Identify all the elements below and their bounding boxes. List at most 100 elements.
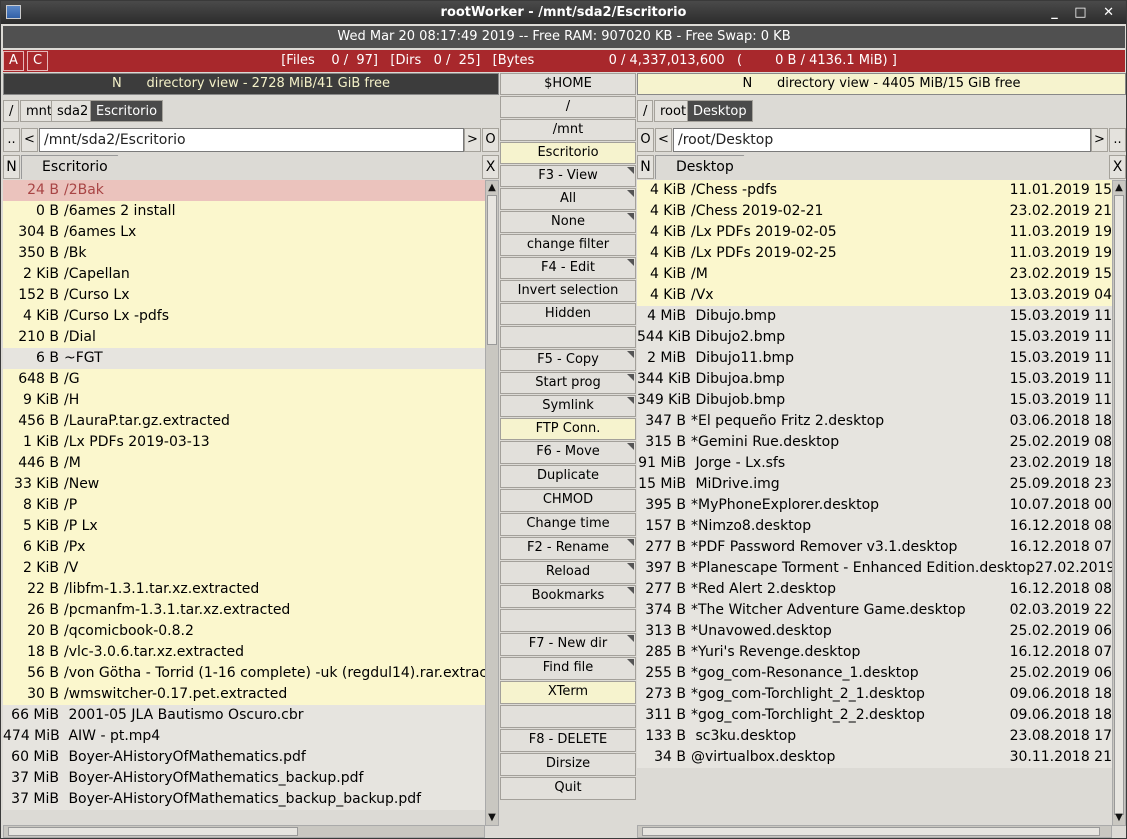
f6-move-button[interactable]: F6 - Move [500,441,636,464]
symlink-button[interactable]: Symlink [500,395,636,417]
left-file-row[interactable]: 446 B/M [3,453,485,474]
left-file-list[interactable]: 24 B/2Bak 0 B/6ames 2 install 304 B/6ames … [3,180,485,811]
find-file-button[interactable]: Find file [500,657,636,680]
ftp-conn-button[interactable]: FTP Conn. [500,418,636,440]
all-button[interactable]: All [500,188,636,210]
f7-new-dir-button[interactable]: F7 - New dir [500,633,636,656]
left-file-row[interactable]: 8 KiB/P [3,495,485,516]
window-controls[interactable]: _ □ ✕ [1051,1,1120,24]
right-hscroll-thumb[interactable] [642,827,1100,836]
left-tab-escritorio[interactable]: Escritorio [21,155,130,179]
left-file-row[interactable]: 9 KiB/H [3,390,485,411]
right-crumb-desktop[interactable]: Desktop [687,100,753,122]
right-file-row[interactable]: 273 B *gog_com-Torchlight_2_1.desktop 09.0… [637,684,1112,705]
left-file-row[interactable]: 33 KiB/New [3,474,485,495]
right-file-row[interactable]: 4 KiB/Lx PDFs 2019-02-05 11.03.2019 19 [637,222,1112,243]
hidden-button[interactable]: Hidden [500,303,636,325]
right-tab-desktop[interactable]: Desktop [655,155,756,179]
left-file-row[interactable]: 37 MiB Boyer-AHistoryOfMathematics_backu… [3,768,485,789]
right-file-list[interactable]: 4 KiB/Chess -pdfs 11.01.2019 15 4 KiB/Ches… [637,180,1112,811]
left-file-row[interactable]: 1 KiB/Lx PDFs 2019-03-13 [3,432,485,453]
left-file-row[interactable]: 456 B/LauraP.tar.gz.extracted [3,411,485,432]
left-file-row[interactable]: 5 KiB/P Lx [3,516,485,537]
reload-button[interactable]: Reload [500,561,636,584]
right-file-row[interactable]: 277 B *PDF Password Remover v3.1.desktop 1… [637,537,1112,558]
right-file-row[interactable]: 347 B *El pequeño Fritz 2.desktop 03.06.20… [637,411,1112,432]
right-file-row[interactable]: 91 MiB Jorge - Lx.sfs 23.02.2019 18 [637,453,1112,474]
right-file-row[interactable]: 544 KiB Dibujo2.bmp 15.03.2019 11 [637,327,1112,348]
left-forward-button[interactable]: > [464,128,481,152]
right-file-row[interactable]: 344 KiB Dibujoa.bmp 15.03.2019 11 [637,369,1112,390]
left-file-row[interactable]: 0 B/6ames 2 install [3,201,485,222]
scroll-up-icon[interactable]: ▲ [1114,183,1124,193]
left-file-row[interactable]: 304 B/6ames Lx [3,222,485,243]
right-file-row[interactable]: 277 B *Red Alert 2.desktop 16.12.2018 08 [637,579,1112,600]
f5-copy-button[interactable]: F5 - Copy [500,349,636,371]
right-file-row[interactable]: 15 MiB MiDrive.img 25.09.2018 23 [637,474,1112,495]
left-vertical-scrollbar[interactable]: ▲ ▼ [485,180,499,826]
scroll-up-icon[interactable]: ▲ [487,183,497,193]
left-up-button[interactable]: .. [3,128,20,152]
right-other-button[interactable]: O [637,128,654,152]
right-back-button[interactable]: < [655,128,672,152]
left-new-tab-button[interactable]: N [3,155,20,179]
xterm-button[interactable]: XTerm [500,681,636,704]
left-file-row[interactable]: 350 B/Bk [3,243,485,264]
right-vertical-scrollbar[interactable]: ▲ ▼ [1112,180,1126,826]
right-file-row[interactable]: 395 B *MyPhoneExplorer.desktop 10.07.2018 … [637,495,1112,516]
none-button[interactable]: None [500,211,636,233]
f3-view-button[interactable]: F3 - View [500,165,636,187]
right-file-row[interactable]: 157 B *Nimzo8.desktop 16.12.2018 08 [637,516,1112,537]
right-file-row[interactable]: 4 KiB/Lx PDFs 2019-02-25 11.03.2019 19 [637,243,1112,264]
right-file-row[interactable]: 4 KiB/Vx 13.03.2019 04 [637,285,1112,306]
right-up-button[interactable]: .. [1109,128,1126,152]
change-time-button[interactable]: Change time [500,513,636,536]
left-file-row[interactable]: 210 B/Dial [3,327,485,348]
right-file-row[interactable]: 4 KiB/M 23.02.2019 15 [637,264,1112,285]
right-file-row[interactable]: 34 B @virtualbox.desktop 30.11.2018 21 [637,747,1112,768]
quit-button[interactable]: Quit [500,777,636,800]
right-file-row[interactable]: 133 B sc3ku.desktop 23.08.2018 17 [637,726,1112,747]
right-path-input[interactable]: /root/Desktop [673,128,1091,152]
scroll-down-icon[interactable]: ▼ [487,813,497,823]
left-path-input[interactable]: /mnt/sda2/Escritorio [39,128,464,152]
left-file-row[interactable]: 24 B/2Bak [3,180,485,201]
right-forward-button[interactable]: > [1091,128,1108,152]
left-file-row[interactable]: 474 MiB AIW - pt.mp4 [3,726,485,747]
left-crumb-escritorio[interactable]: Escritorio [90,100,164,122]
left-crumb-sda2[interactable]: sda2 [51,100,95,122]
home-button[interactable]: $HOME [500,73,636,95]
left-file-row[interactable]: 2 KiB/Capellan [3,264,485,285]
right-file-row[interactable]: 285 B *Yuri's Revenge.desktop 16.12.2018 0… [637,642,1112,663]
left-file-row[interactable]: 66 MiB 2001-05 JLA Bautismo Oscuro.cbr [3,705,485,726]
right-file-row[interactable]: 2 MiB Dibujo11.bmp 15.03.2019 11 [637,348,1112,369]
left-scroll-thumb[interactable] [487,195,497,345]
right-file-row[interactable]: 313 B *Unavowed.desktop 25.02.2019 06 [637,621,1112,642]
change-filter-button[interactable]: change filter [500,234,636,256]
left-horizontal-scrollbar[interactable] [3,825,485,838]
left-file-row[interactable]: 26 B/pcmanfm-1.3.1.tar.xz.extracted [3,600,485,621]
left-file-row[interactable]: 20 B/qcomicbook-0.8.2 [3,621,485,642]
chmod-button[interactable]: CHMOD [500,489,636,512]
right-file-row[interactable]: 349 KiB Dibujob.bmp 15.03.2019 11 [637,390,1112,411]
right-file-row[interactable]: 315 B *Gemini Rue.desktop 25.02.2019 08 [637,432,1112,453]
f8-delete-button[interactable]: F8 - DELETE [500,729,636,752]
right-crumb-root-slash[interactable]: / [637,100,654,122]
left-file-row[interactable]: 6 KiB/Px [3,537,485,558]
left-file-row[interactable]: 152 B/Curso Lx [3,285,485,306]
right-pane-title[interactable]: N directory view - 4405 MiB/15 GiB free [637,73,1126,95]
-button[interactable]: / [500,96,636,118]
f2-rename-button[interactable]: F2 - Rename [500,537,636,560]
left-back-button[interactable]: < [21,128,38,152]
escritorio-button[interactable]: Escritorio [500,142,636,164]
left-file-row[interactable]: 4 KiB/Curso Lx -pdfs [3,306,485,327]
right-horizontal-scrollbar[interactable] [637,825,1112,838]
left-hscroll-thumb[interactable] [8,827,298,836]
bookmarks-button[interactable]: Bookmarks [500,585,636,608]
right-file-row[interactable]: 4 MiB Dibujo.bmp 15.03.2019 11 [637,306,1112,327]
right-file-row[interactable]: 397 B *Planescape Torment - Enhanced Edit… [637,558,1112,579]
left-other-button[interactable]: O [482,128,499,152]
right-file-row[interactable]: 374 B *The Witcher Adventure Game.desktop… [637,600,1112,621]
right-file-row[interactable]: 311 B *gog_com-Torchlight_2_2.desktop 09.0… [637,705,1112,726]
right-file-row[interactable]: 255 B *gog_com-Resonance_1.desktop 25.02.2… [637,663,1112,684]
